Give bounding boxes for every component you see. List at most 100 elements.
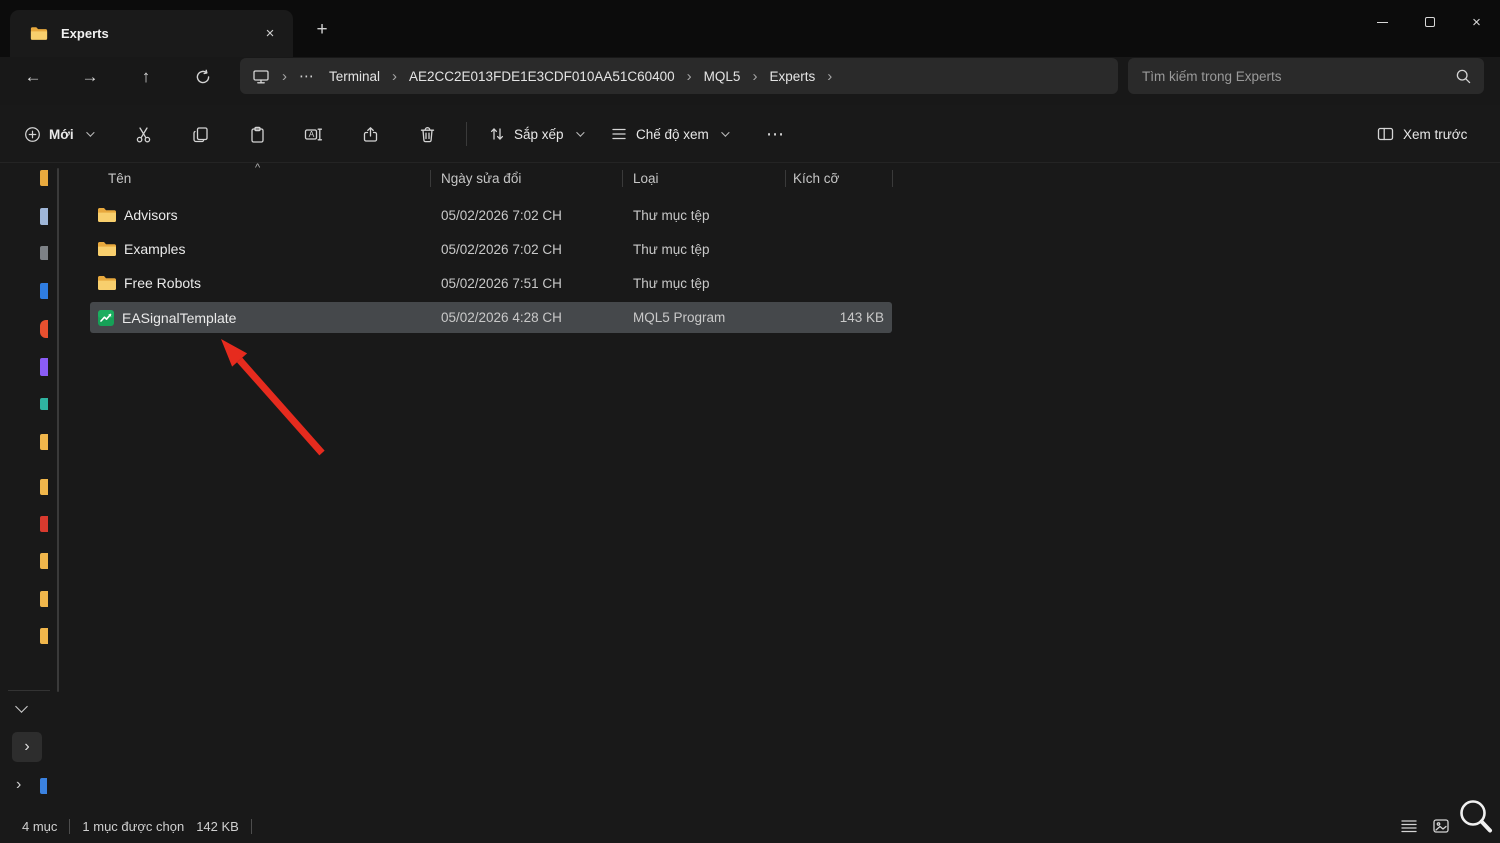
details-view-button[interactable] <box>1396 815 1422 837</box>
delete-button[interactable] <box>408 116 446 152</box>
trash-icon <box>420 126 434 142</box>
file-date: 05/02/2026 4:28 CH <box>441 310 562 325</box>
preview-button-label: Xem trước <box>1403 126 1468 142</box>
file-row-examples[interactable]: Examples 05/02/2026 7:02 CH Thư mục tệp <box>90 232 892 266</box>
search-input[interactable] <box>1142 68 1455 84</box>
refresh-button[interactable] <box>186 60 220 94</box>
minimize-button[interactable] <box>1359 0 1406 44</box>
maximize-button[interactable] <box>1406 0 1453 44</box>
sidebar-partial-icon <box>40 434 48 450</box>
breadcrumb-chevron-icon[interactable]: › <box>282 69 287 84</box>
share-icon <box>363 126 377 142</box>
column-header-type[interactable]: Loại <box>622 171 785 186</box>
sidebar-partial-icon <box>40 479 48 495</box>
scissors-icon <box>136 126 150 142</box>
sidebar-partial-icon <box>40 246 48 260</box>
file-date: 05/02/2026 7:02 CH <box>441 241 562 257</box>
more-options-button[interactable]: ⋯ <box>756 116 794 152</box>
thumbnail-view-button[interactable] <box>1428 815 1454 837</box>
plus-circle-icon <box>25 126 40 142</box>
clipboard-icon <box>250 126 264 143</box>
toolbar-separator <box>466 122 467 146</box>
column-separator[interactable] <box>430 170 431 187</box>
file-date: 05/02/2026 7:02 CH <box>441 207 562 223</box>
new-button-label: Mới <box>49 126 74 142</box>
breadcrumb-guid[interactable]: AE2CC2E013FDE1E3CDF010AA51C60400 <box>407 67 677 86</box>
close-button[interactable]: × <box>1453 0 1500 44</box>
sidebar-partial-icon <box>40 553 48 569</box>
breadcrumb-overflow-button[interactable]: ⋯ <box>299 67 315 85</box>
file-date: 05/02/2026 7:51 CH <box>441 275 562 291</box>
chevron-down-icon <box>85 128 95 137</box>
address-bar[interactable]: › ⋯ Terminal › AE2CC2E013FDE1E3CDF010AA5… <box>240 58 1118 94</box>
file-name: Advisors <box>124 207 178 223</box>
folder-icon <box>97 207 117 223</box>
file-row-advisors[interactable]: Advisors 05/02/2026 7:02 CH Thư mục tệp <box>90 198 892 232</box>
forward-button[interactable]: → <box>73 60 107 94</box>
item-count: 4 mục <box>22 819 58 834</box>
file-row-easignaltemplate-selected[interactable]: EASignalTemplate 05/02/2026 4:28 CH MQL5… <box>90 302 892 333</box>
file-row-free-robots[interactable]: Free Robots 05/02/2026 7:51 CH Thư mục t… <box>90 266 892 300</box>
sidebar-partial-icon <box>40 628 48 644</box>
new-button[interactable]: Mới <box>14 116 102 152</box>
tab-experts[interactable]: Experts × <box>10 10 293 57</box>
column-separator[interactable] <box>892 170 893 187</box>
breadcrumb-chevron-icon[interactable]: › <box>752 69 757 84</box>
column-separator[interactable] <box>785 170 786 187</box>
search-box[interactable] <box>1128 58 1484 94</box>
file-explorer-window: Experts × + × ← → ↑ › ⋯ Terminal › AE2CC… <box>0 0 1500 843</box>
preview-pane-icon <box>1377 127 1394 141</box>
rename-icon: A <box>304 128 323 140</box>
sidebar-partial-icon <box>40 516 48 532</box>
details-view-icon <box>1401 820 1417 833</box>
column-separator[interactable] <box>622 170 623 187</box>
breadcrumb-terminal[interactable]: Terminal <box>327 67 382 86</box>
breadcrumb-chevron-icon[interactable]: › <box>827 69 832 84</box>
folder-icon <box>97 275 117 291</box>
tab-close-icon[interactable]: × <box>257 21 283 47</box>
folder-icon <box>97 241 117 257</box>
breadcrumb-chevron-icon[interactable]: › <box>392 69 397 84</box>
column-header-row: ^ Tên Ngày sửa đổi Loại Kích cỡ <box>90 162 893 193</box>
breadcrumb-mql5[interactable]: MQL5 <box>702 67 743 86</box>
column-header-date[interactable]: Ngày sửa đổi <box>430 171 622 186</box>
file-type: Thư mục tệp <box>633 207 710 223</box>
mql5-program-icon <box>97 309 115 327</box>
sidebar-partial-icon <box>40 320 48 338</box>
sidebar-partial-icon <box>40 208 48 225</box>
sidebar-collapse-chevron-icon[interactable] <box>15 700 28 713</box>
minimize-icon <box>1377 21 1388 23</box>
breadcrumb-chevron-icon[interactable]: › <box>687 69 692 84</box>
sort-ascending-icon: ^ <box>255 162 261 174</box>
copy-button[interactable] <box>181 116 219 152</box>
back-button[interactable]: ← <box>16 60 50 94</box>
sidebar-expand-button[interactable]: › <box>12 732 42 762</box>
up-button[interactable]: ↑ <box>129 60 163 94</box>
file-name: Examples <box>124 241 186 257</box>
sidebar-partial-icon <box>40 358 48 376</box>
pane-splitter[interactable] <box>57 168 59 692</box>
view-button-label: Chế độ xem <box>636 126 709 142</box>
sidebar-partial-icon <box>40 778 47 794</box>
selection-count: 1 mục được chọn <box>82 819 185 834</box>
tab-title: Experts <box>61 26 109 41</box>
column-header-size[interactable]: Kích cỡ <box>785 171 892 186</box>
sort-icon <box>490 128 504 140</box>
sidebar-expand-chevron-icon[interactable]: › <box>16 776 21 794</box>
file-name: EASignalTemplate <box>122 309 237 326</box>
chevron-down-icon <box>575 128 585 137</box>
cut-button[interactable] <box>124 116 162 152</box>
share-button[interactable] <box>351 116 389 152</box>
file-type: MQL5 Program <box>633 310 726 325</box>
search-icon[interactable] <box>1455 68 1472 85</box>
sidebar-partial-icon <box>40 398 48 410</box>
new-tab-button[interactable]: + <box>306 14 338 46</box>
paste-button[interactable] <box>238 116 276 152</box>
status-divider <box>69 819 71 834</box>
sort-button[interactable]: Sắp xếp <box>478 116 592 152</box>
breadcrumb-experts[interactable]: Experts <box>767 67 817 86</box>
view-button[interactable]: Chế độ xem <box>600 116 737 152</box>
preview-button[interactable]: Xem trước <box>1366 116 1477 152</box>
magnifier-cursor-icon <box>1460 800 1492 833</box>
rename-button[interactable]: A <box>294 116 332 152</box>
